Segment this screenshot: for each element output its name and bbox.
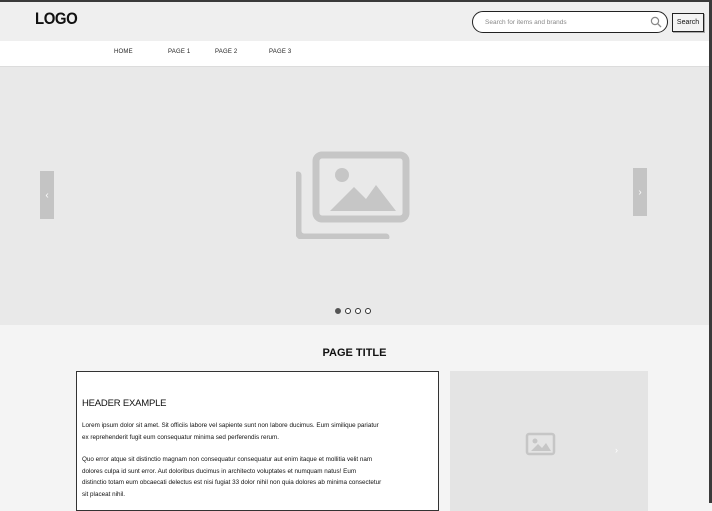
carousel-dot[interactable]: [335, 308, 341, 314]
search-box[interactable]: [472, 11, 668, 33]
nav-item-page-1[interactable]: PAGE 1: [168, 49, 190, 55]
carousel-dots: [335, 308, 371, 314]
nav-item-home[interactable]: HOME: [114, 49, 133, 55]
main-nav: HOME PAGE 1 PAGE 2 PAGE 3: [0, 41, 709, 67]
carousel-dot[interactable]: [345, 308, 351, 314]
logo[interactable]: LOGO: [35, 9, 78, 29]
carousel-dot[interactable]: [355, 308, 361, 314]
card-paragraph: Lorem ipsum dolor sit amet. Sit officiis…: [82, 422, 379, 441]
image-placeholder-icon: [296, 151, 410, 239]
card-header: HEADER EXAMPLE: [82, 398, 167, 409]
content-card: HEADER EXAMPLE Lorem ipsum dolor sit ame…: [76, 371, 439, 511]
image-placeholder-icon: [525, 432, 556, 456]
site-header: LOGO Search: [0, 2, 709, 41]
carousel-prev-button[interactable]: ‹: [40, 171, 54, 219]
side-image-placeholder: ›: [450, 371, 648, 511]
nav-item-page-3[interactable]: PAGE 3: [269, 49, 291, 55]
card-paragraph: Quo error atque sit distinctio magnam no…: [82, 456, 382, 498]
page-title: PAGE TITLE: [322, 347, 387, 359]
carousel-next-button[interactable]: ›: [633, 168, 647, 216]
nav-item-page-2[interactable]: PAGE 2: [215, 49, 237, 55]
search-button[interactable]: Search: [672, 13, 704, 32]
hero-carousel: ‹ ›: [0, 67, 709, 325]
carousel-dot[interactable]: [365, 308, 371, 314]
side-next-arrow[interactable]: ›: [615, 445, 618, 455]
search-input[interactable]: [485, 14, 645, 30]
search-icon[interactable]: [650, 16, 662, 28]
